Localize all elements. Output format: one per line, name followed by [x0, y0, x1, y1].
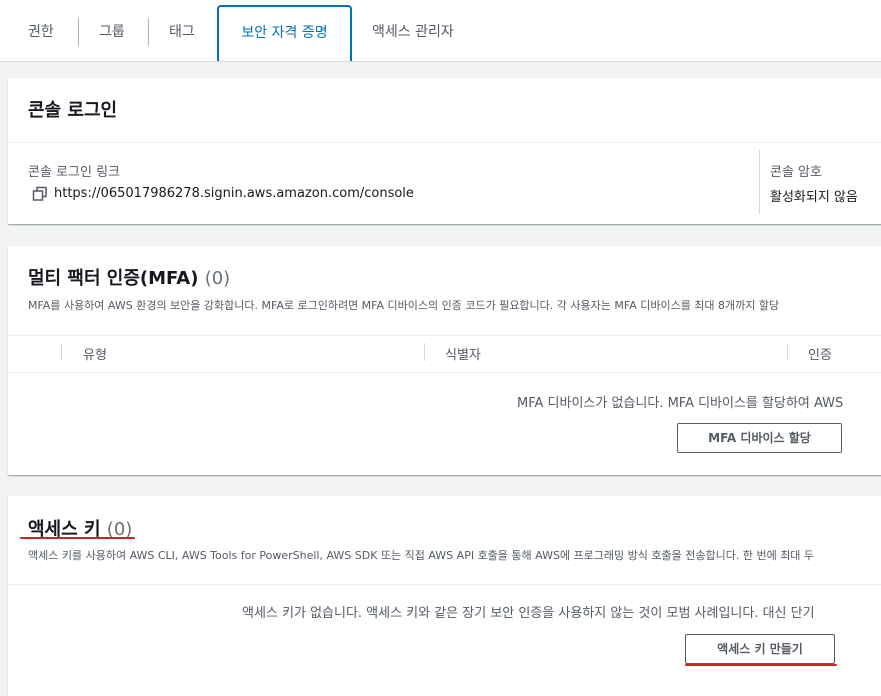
- column-header-type[interactable]: 유형: [83, 344, 107, 363]
- console-login-link[interactable]: https://065017986278.signin.aws.amazon.c…: [54, 186, 414, 201]
- console-password-label: 콘솔 암호: [770, 165, 822, 180]
- mfa-count: (0): [204, 268, 231, 289]
- column-header-certification[interactable]: 인증: [808, 344, 832, 363]
- tab-access-advisor[interactable]: 액세스 관리자: [372, 0, 454, 62]
- tab-bar: 권한 그룹 태그 보안 자격 증명 액세스 관리자: [0, 0, 881, 62]
- mfa-panel: 멀티 팩터 인증(MFA) (0) MFA를 사용하여 AWS 환경의 보안을 …: [8, 246, 881, 475]
- annotation-underline: [20, 537, 135, 539]
- console-login-title: 콘솔 로그인: [28, 100, 118, 121]
- tab-separator: [78, 18, 79, 46]
- mfa-title: 멀티 팩터 인증(MFA) (0): [28, 264, 230, 290]
- tab-groups[interactable]: 그룹: [99, 0, 125, 62]
- copy-icon[interactable]: [32, 186, 48, 202]
- console-login-link-label: 콘솔 로그인 링크: [28, 165, 120, 180]
- console-password-status: 활성화되지 않음: [770, 190, 858, 205]
- tab-permissions[interactable]: 권한: [28, 0, 54, 62]
- tab-security-credentials[interactable]: 보안 자격 증명: [217, 5, 352, 61]
- assign-mfa-device-button[interactable]: MFA 디바이스 할당: [677, 423, 842, 453]
- annotation-underline: [685, 664, 837, 666]
- access-keys-panel: 액세스 키 (0) 액세스 키를 사용하여 AWS CLI, AWS Tools…: [8, 496, 881, 696]
- create-access-key-button[interactable]: 액세스 키 만들기: [685, 634, 835, 664]
- column-header-identifier[interactable]: 식별자: [445, 344, 481, 363]
- mfa-empty-message: MFA 디바이스가 없습니다. MFA 디바이스를 할당하여 AWS: [517, 396, 844, 411]
- mfa-description: MFA를 사용하여 AWS 환경의 보안을 강화합니다. MFA로 로그인하려면…: [28, 299, 780, 312]
- mfa-title-text: 멀티 팩터 인증(MFA): [28, 268, 199, 289]
- column-divider: [759, 150, 760, 214]
- console-login-panel: 콘솔 로그인 콘솔 로그인 링크 https://065017986278.si…: [8, 78, 881, 224]
- access-keys-empty-message: 액세스 키가 없습니다. 액세스 키와 같은 장기 보안 인증을 사용하지 않는…: [242, 606, 815, 621]
- tab-separator: [148, 18, 149, 46]
- access-keys-description: 액세스 키를 사용하여 AWS CLI, AWS Tools for Power…: [28, 549, 815, 562]
- tab-tags[interactable]: 태그: [169, 0, 195, 62]
